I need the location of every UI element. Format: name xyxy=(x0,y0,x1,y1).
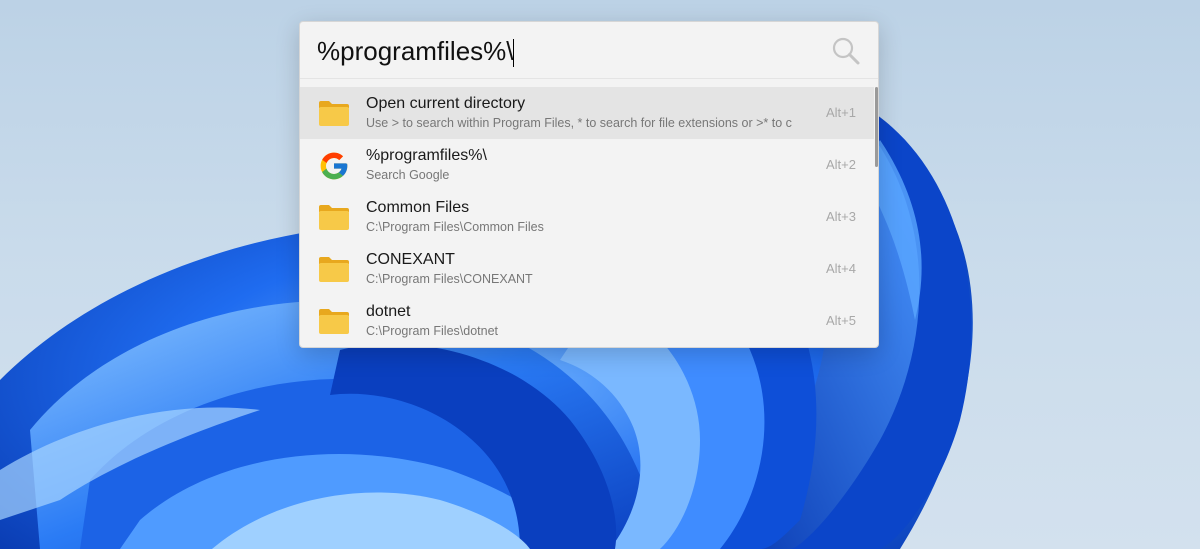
result-open-current-directory[interactable]: Open current directory Use > to search w… xyxy=(300,87,874,139)
result-subtitle: Use > to search within Program Files, * … xyxy=(366,116,792,130)
result-title: %programfiles%\ xyxy=(366,147,487,164)
result-title: CONEXANT xyxy=(366,251,455,268)
folder-icon xyxy=(318,254,350,284)
result-hotkey: Alt+1 xyxy=(826,105,856,120)
result-common-files[interactable]: Common Files C:\Program Files\Common Fil… xyxy=(300,191,874,243)
google-icon xyxy=(318,150,350,180)
result-subtitle: C:\Program Files\dotnet xyxy=(366,324,498,338)
result-title: Common Files xyxy=(366,199,470,216)
result-title: Open current directory xyxy=(366,95,526,112)
result-subtitle: Search Google xyxy=(366,168,450,182)
desktop: Open current directory Use > to search w… xyxy=(0,0,1200,549)
folder-icon xyxy=(318,306,350,336)
result-hotkey: Alt+5 xyxy=(826,313,856,328)
results-list: Open current directory Use > to search w… xyxy=(300,87,874,347)
result-hotkey: Alt+4 xyxy=(826,261,856,276)
result-hotkey: Alt+2 xyxy=(826,157,856,172)
folder-icon xyxy=(318,202,350,232)
search-input[interactable] xyxy=(317,31,817,71)
result-dotnet[interactable]: dotnet C:\Program Files\dotnet Alt+5 xyxy=(300,295,874,347)
result-subtitle: C:\Program Files\Common Files xyxy=(366,220,544,234)
text-caret xyxy=(513,39,514,67)
results-scrollbar[interactable] xyxy=(875,87,878,167)
launcher-window: Open current directory Use > to search w… xyxy=(299,21,879,348)
result-subtitle: C:\Program Files\CONEXANT xyxy=(366,272,533,286)
result-title: dotnet xyxy=(366,303,411,320)
search-bar xyxy=(300,22,878,79)
search-icon[interactable] xyxy=(830,35,862,67)
result-hotkey: Alt+3 xyxy=(826,209,856,224)
folder-icon xyxy=(318,98,350,128)
result-conexant[interactable]: CONEXANT C:\Program Files\CONEXANT Alt+4 xyxy=(300,243,874,295)
result-search-google[interactable]: %programfiles%\ Search Google Alt+2 xyxy=(300,139,874,191)
